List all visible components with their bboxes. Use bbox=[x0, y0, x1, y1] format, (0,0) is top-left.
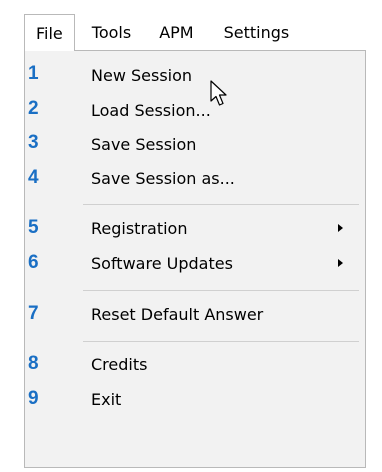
item-number-badge: 1 bbox=[28, 63, 39, 84]
application-window: File Tools APM Settings New Session Load… bbox=[0, 0, 382, 472]
menu-separator bbox=[83, 204, 359, 205]
item-number-badge: 6 bbox=[28, 252, 39, 273]
menu-item-save-session[interactable]: Save Session bbox=[25, 127, 365, 161]
file-dropdown-menu: New Session Load Session... Save Session… bbox=[24, 50, 366, 468]
menu-item-load-session[interactable]: Load Session... bbox=[25, 93, 365, 127]
menu-apm[interactable]: APM bbox=[145, 14, 207, 50]
item-number-badge: 8 bbox=[28, 353, 39, 374]
menu-bar: File Tools APM Settings bbox=[24, 14, 382, 51]
item-number-badge: 3 bbox=[28, 132, 39, 153]
menu-item-label: Exit bbox=[91, 389, 122, 409]
menu-item-label: New Session bbox=[91, 65, 193, 85]
menu-item-label: Reset Default Answer bbox=[91, 304, 264, 324]
menu-item-credits[interactable]: Credits bbox=[25, 347, 365, 381]
item-number-badge: 9 bbox=[28, 388, 39, 409]
menu-item-software-updates[interactable]: Software Updates bbox=[25, 246, 365, 280]
arrow-pointer-icon bbox=[210, 80, 230, 112]
menu-item-save-session-as[interactable]: Save Session as... bbox=[25, 161, 365, 195]
submenu-arrow-icon bbox=[338, 259, 343, 267]
submenu-arrow-icon bbox=[338, 224, 343, 232]
menu-tools[interactable]: Tools bbox=[75, 14, 145, 50]
menu-separator bbox=[83, 341, 359, 342]
menu-item-reset-default-answer[interactable]: Reset Default Answer bbox=[25, 297, 365, 331]
menu-item-label: Save Session bbox=[91, 134, 197, 154]
menu-item-label: Software Updates bbox=[91, 253, 233, 273]
item-number-badge: 4 bbox=[28, 167, 39, 188]
item-number-badge: 7 bbox=[28, 303, 39, 324]
menu-item-exit[interactable]: Exit bbox=[25, 382, 365, 416]
menu-item-label: Credits bbox=[91, 354, 148, 374]
item-number-badge: 5 bbox=[28, 217, 39, 238]
item-number-badge: 2 bbox=[28, 98, 39, 119]
menu-file[interactable]: File bbox=[24, 14, 75, 51]
menu-item-label: Load Session... bbox=[91, 100, 211, 120]
menu-separator bbox=[83, 290, 359, 291]
menu-item-label: Registration bbox=[91, 218, 188, 238]
menu-settings[interactable]: Settings bbox=[208, 14, 290, 50]
menu-item-new-session[interactable]: New Session bbox=[25, 58, 365, 92]
menu-item-registration[interactable]: Registration bbox=[25, 211, 365, 245]
menu-item-label: Save Session as... bbox=[91, 168, 235, 188]
